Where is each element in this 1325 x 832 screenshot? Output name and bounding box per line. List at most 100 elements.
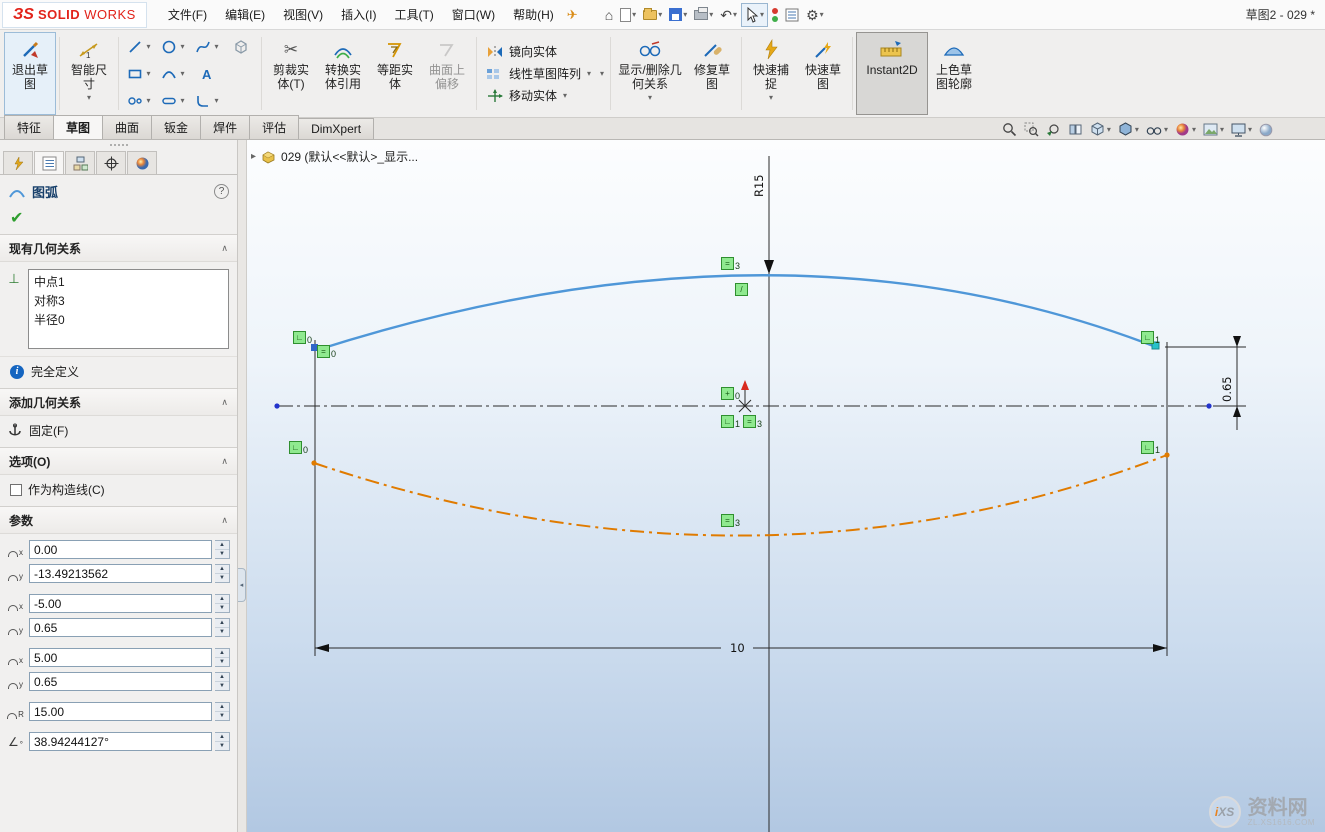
new-document-button[interactable]: ▾ (617, 3, 639, 27)
offset-dimension-text[interactable]: 0.65 (1220, 376, 1234, 402)
task-pane-button[interactable] (782, 3, 802, 27)
width-dimension-text[interactable]: 10 (730, 641, 745, 655)
text-tool-button[interactable]: A (190, 60, 224, 87)
panel-resize-grip[interactable] (0, 140, 237, 149)
tab-display-manager[interactable] (127, 151, 157, 174)
centerline-endpoint[interactable] (274, 403, 279, 408)
end-y-spinner[interactable]: ▲▼ (215, 672, 230, 691)
offset-entities-button[interactable]: 等距实体 (369, 32, 421, 115)
spline-tool-button[interactable]: ▾ (190, 33, 224, 60)
view-orientation-button[interactable]: ▾ (1090, 122, 1111, 137)
orange-arc-endpoint[interactable] (1164, 452, 1169, 457)
edit-appearance-button[interactable]: ▾ (1175, 122, 1196, 137)
convert-entities-button[interactable]: 转换实体引用 (317, 32, 369, 115)
zoom-area-button[interactable] (1024, 122, 1039, 137)
rectangle-tool-button[interactable]: ▾ (122, 60, 156, 87)
quick-snaps-button[interactable]: 快速捕捉 ▾ (745, 32, 797, 115)
relation-badge[interactable]: =3 (721, 257, 734, 270)
center-x-input[interactable] (29, 540, 212, 559)
tab-feature-manager[interactable] (3, 151, 33, 174)
end-y-input[interactable] (29, 672, 212, 691)
view-settings-button[interactable]: ▾ (1231, 123, 1252, 137)
shaded-sketch-contours-button[interactable]: 上色草图轮廓 (928, 32, 980, 115)
pin-menu-icon[interactable]: ✈ (567, 7, 578, 23)
tab-dimxpert[interactable]: DimXpert (298, 118, 374, 139)
tree-item-label[interactable]: 029 (默认<<默认>_显示... (281, 148, 418, 165)
panel-collapse-handle[interactable]: ◂ (238, 568, 246, 602)
exit-sketch-button[interactable]: 退出草图 (4, 32, 56, 115)
relation-item[interactable]: 中点1 (33, 272, 224, 291)
tab-features[interactable]: 特征 (4, 115, 54, 139)
performance-button[interactable] (769, 3, 781, 27)
previous-view-button[interactable] (1046, 122, 1061, 137)
display-delete-relations-button[interactable]: 显示/删除几何关系 ▾ (614, 32, 686, 115)
arc-tool-button[interactable]: ▾ (156, 60, 190, 87)
menu-file[interactable]: 文件(F) (159, 1, 216, 28)
start-y-input[interactable] (29, 618, 212, 637)
parameters-header[interactable]: 参数 ∧ (0, 506, 237, 534)
relation-badge[interactable]: ∟1 (1141, 441, 1154, 454)
relation-badge[interactable]: ∟1 (721, 415, 734, 428)
trim-entities-button[interactable]: ✂ 剪裁实体(T) (265, 32, 317, 115)
menu-window[interactable]: 窗口(W) (443, 1, 504, 28)
select-tool-button[interactable]: ▾ (741, 3, 768, 27)
flyout-feature-tree[interactable]: ▸ 029 (默认<<默认>_显示... (251, 148, 418, 165)
hide-show-items-button[interactable]: ▾ (1146, 123, 1168, 137)
apply-scene-button[interactable]: ▾ (1203, 123, 1224, 136)
tab-sketch[interactable]: 草图 (53, 115, 103, 139)
ok-check-button[interactable]: ✔ (0, 206, 237, 234)
smart-dimension-button[interactable]: 1 智能尺寸 ▾ (63, 32, 115, 115)
tab-configuration-manager[interactable] (65, 151, 95, 174)
options-button[interactable]: ⚙▾ (803, 3, 827, 27)
open-button[interactable]: ▾ (640, 3, 665, 27)
construction-checkbox[interactable] (10, 484, 22, 496)
center-y-input[interactable] (29, 564, 212, 583)
section-view-button[interactable] (1068, 122, 1083, 137)
radius-spinner[interactable]: ▲▼ (215, 702, 230, 721)
fillet-tool-button[interactable]: ▾ (190, 87, 224, 114)
panel-splitter[interactable]: ◂ (238, 140, 247, 832)
start-x-spinner[interactable]: ▲▼ (215, 594, 230, 613)
circle-tool-button[interactable]: ▾ (156, 33, 190, 60)
menu-edit[interactable]: 编辑(E) (216, 1, 274, 28)
save-button[interactable]: ▾ (666, 3, 690, 27)
repair-sketch-button[interactable]: 修复草图 (686, 32, 738, 115)
display-style-button[interactable]: ▾ (1118, 122, 1139, 137)
help-icon[interactable]: ? (214, 184, 229, 199)
relation-badge[interactable]: =3 (721, 514, 734, 527)
linear-pattern-button[interactable]: 线性草图阵列 ▾ (482, 64, 595, 83)
construction-line-option[interactable]: 作为构造线(C) (0, 475, 237, 506)
add-relations-header[interactable]: 添加几何关系 ∧ (0, 388, 237, 416)
relations-listbox[interactable]: 中点1 对称3 半径0 (28, 269, 229, 349)
tab-dimxpert-manager[interactable] (96, 151, 126, 174)
relation-badge[interactable]: / (735, 283, 748, 296)
end-x-spinner[interactable]: ▲▼ (215, 648, 230, 667)
menu-tools[interactable]: 工具(T) (385, 1, 442, 28)
tab-weldments[interactable]: 焊件 (200, 115, 250, 139)
options-header[interactable]: 选项(O) ∧ (0, 447, 237, 475)
tab-property-manager[interactable] (34, 151, 64, 174)
mirror-entities-button[interactable]: 镜向实体 (482, 42, 595, 61)
relation-item[interactable]: 对称3 (33, 291, 224, 310)
pattern-group-dropdown[interactable]: ▾ (597, 32, 607, 115)
relation-badge[interactable]: =0 (317, 345, 330, 358)
relation-badge[interactable]: =3 (743, 415, 756, 428)
menu-insert[interactable]: 插入(I) (332, 1, 385, 28)
tab-evaluate[interactable]: 评估 (249, 115, 299, 139)
end-x-input[interactable] (29, 648, 212, 667)
move-entities-button[interactable]: 移动实体 ▾ (482, 86, 595, 105)
menu-view[interactable]: 视图(V) (274, 1, 332, 28)
radius-input[interactable] (29, 702, 212, 721)
angle-spinner[interactable]: ▲▼ (215, 732, 230, 751)
perimeter-circle-button[interactable]: ▾ (122, 87, 156, 114)
centerline-endpoint[interactable] (1206, 403, 1211, 408)
radius-dimension-text[interactable]: R15 (752, 174, 766, 197)
fix-relation-button[interactable]: 固定(F) (0, 416, 237, 447)
tab-surfaces[interactable]: 曲面 (102, 115, 152, 139)
ambient-occlusion-button[interactable] (1259, 123, 1273, 137)
relation-badge[interactable]: ∟0 (289, 441, 302, 454)
start-x-input[interactable] (29, 594, 212, 613)
arc-orange[interactable] (314, 455, 1167, 536)
rapid-sketch-button[interactable]: 快速草图 (797, 32, 849, 115)
menu-help[interactable]: 帮助(H) (504, 1, 563, 28)
